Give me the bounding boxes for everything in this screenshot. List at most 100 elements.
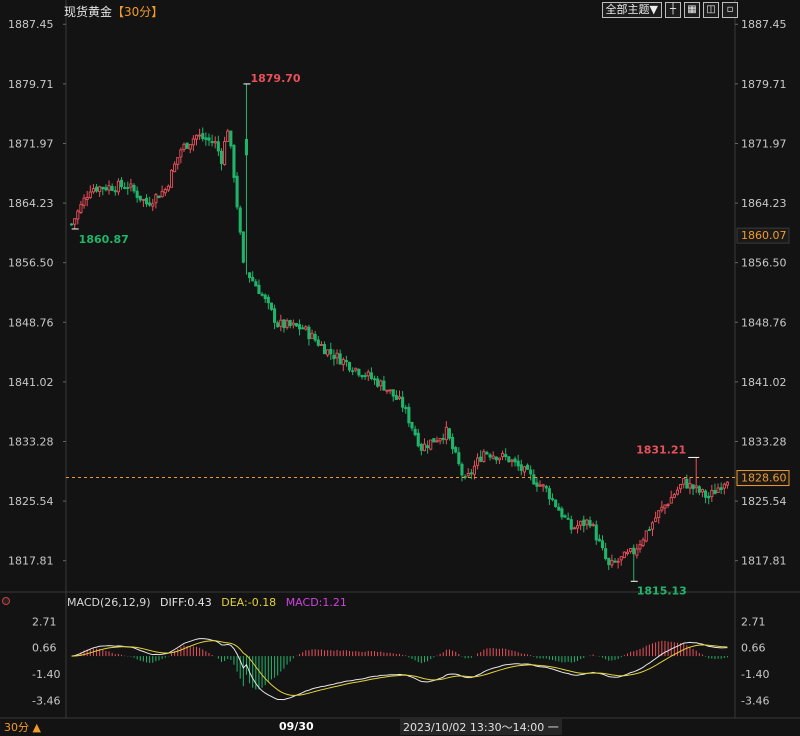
candle-body: [435, 440, 439, 443]
candle-body: [154, 194, 158, 204]
y-tick-label-left: 1856.50: [8, 257, 54, 270]
crosshair-icon[interactable]: ┼: [665, 2, 681, 18]
candle-body: [604, 548, 608, 559]
candle-body: [644, 530, 648, 542]
y-tick-label-left: 1887.45: [8, 18, 54, 31]
symbol-name: 现货黄金: [64, 5, 113, 19]
diff-line: [71, 638, 728, 701]
candle-body: [622, 551, 626, 559]
candle-body: [579, 520, 583, 526]
candle-body: [310, 332, 314, 339]
candle-body: [332, 354, 336, 360]
theme-dropdown-button[interactable]: 全部主题▼: [601, 2, 662, 18]
candle-body: [123, 187, 127, 189]
candle-body: [201, 133, 205, 140]
close-icon[interactable]: ▫: [722, 2, 738, 18]
candle-body: [444, 426, 448, 441]
candle-body: [438, 438, 442, 442]
candle-body: [138, 195, 142, 201]
candle-body: [347, 362, 352, 371]
candle-body: [663, 504, 667, 509]
candle-body: [426, 445, 430, 449]
candle-body: [372, 378, 377, 381]
candle-body: [410, 421, 414, 429]
chart-canvas[interactable]: 1887.45 1887.45 1879.71 1879.71 1871.97 1871.…: [0, 0, 800, 736]
candle-body: [263, 294, 267, 300]
candle-body: [697, 486, 701, 493]
candle-body: [541, 484, 545, 487]
macd-params: MACD(26,12,9): [67, 596, 151, 609]
y-tick-label-left: 1825.54: [8, 495, 54, 508]
candle-body: [207, 137, 211, 141]
candle-body: [229, 130, 233, 147]
axis-date-label: 09/30: [279, 720, 314, 733]
candle-body: [360, 375, 364, 378]
candle-body: [223, 141, 227, 165]
candle-body: [629, 548, 633, 552]
candle-body: [638, 544, 642, 550]
candle-body: [91, 188, 95, 193]
candle-body: [488, 454, 492, 458]
candle-body: [357, 368, 361, 376]
candle-body: [635, 548, 639, 556]
indicator-dot-icon[interactable]: [2, 597, 10, 605]
candle-body: [632, 547, 636, 555]
candle-body: [432, 438, 436, 443]
candle-body: [238, 207, 242, 233]
candle-body: [529, 469, 533, 475]
candle-body: [95, 186, 99, 192]
candle-body: [366, 371, 370, 377]
candle-body: [248, 272, 252, 279]
left-low-label: 1860.87: [79, 233, 129, 246]
candle-body: [110, 186, 114, 191]
timeframe-selector[interactable]: 30分 ▲: [4, 719, 41, 735]
candle-body: [491, 455, 495, 459]
candle-body: [429, 439, 433, 450]
candle-body: [79, 203, 83, 213]
candle-body: [385, 389, 389, 392]
candle-body: [494, 456, 498, 461]
candle-body: [235, 175, 239, 208]
y-tick-label-right: 1879.71: [741, 78, 787, 91]
candle-body: [691, 484, 695, 490]
candle-body: [725, 481, 729, 486]
candle-body: [660, 506, 664, 511]
candle-body: [700, 489, 704, 493]
candle-body: [335, 352, 339, 359]
candle-body: [394, 395, 398, 400]
candle-body: [513, 458, 517, 463]
y-tick-label-right: 1856.50: [741, 257, 787, 270]
grid-icon[interactable]: ▦: [684, 2, 700, 18]
candle-body: [338, 353, 342, 365]
candle-body: [116, 180, 120, 193]
macd-legend: MACD(26,12,9) DIFF:0.43 DEA:-0.18 MACD:1…: [67, 596, 353, 609]
candle-body: [101, 186, 105, 190]
candle-body: [466, 473, 470, 477]
candle-body: [260, 293, 264, 296]
candle-body: [301, 327, 305, 330]
candle-body: [379, 380, 383, 387]
y-tick-label-right: 1887.45: [741, 18, 787, 31]
y-tick-label-left: 1817.81: [8, 555, 54, 568]
candle-body: [441, 437, 445, 440]
chart-toolbar: 全部主题▼ ┼ ▦ ◫ ▫: [601, 2, 738, 18]
candle-body: [351, 370, 355, 373]
macd-diff: DIFF:0.43: [160, 596, 212, 609]
candle-body: [719, 487, 723, 491]
high-label: 1879.70: [250, 72, 300, 85]
y-tick-label-right: 1833.28: [741, 435, 787, 448]
candle-body: [497, 457, 501, 461]
y-tick-label-left: 1841.02: [8, 376, 54, 389]
candle-body: [535, 482, 539, 487]
candle-body: [507, 456, 511, 463]
candle-body: [679, 484, 683, 490]
candle-body: [76, 210, 80, 220]
candle-body: [107, 185, 111, 191]
macd-y-label-left: 0.66: [32, 642, 57, 655]
candle-body: [135, 190, 139, 198]
candle-body: [722, 483, 726, 489]
candle-body: [585, 519, 589, 525]
candle-body: [251, 276, 255, 282]
candle-body: [460, 463, 464, 476]
restore-icon[interactable]: ◫: [703, 2, 719, 18]
